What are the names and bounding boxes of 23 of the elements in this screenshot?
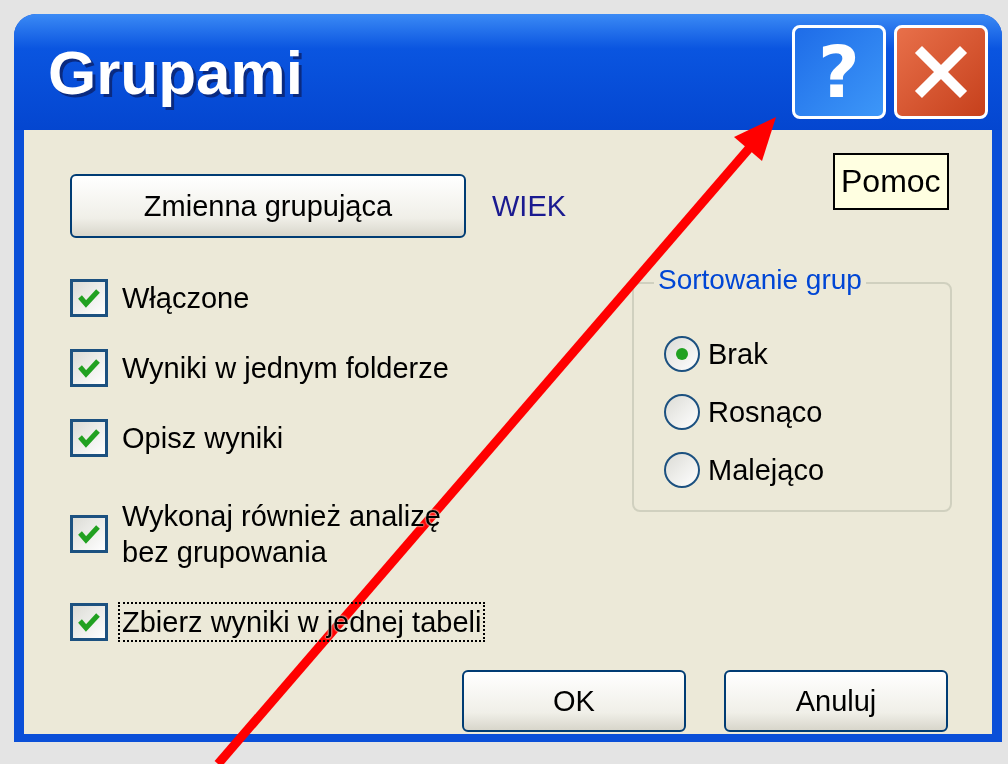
radio-button[interactable] <box>664 336 700 372</box>
close-icon <box>914 45 968 99</box>
checkbox[interactable] <box>70 603 108 641</box>
checkbox-label[interactable]: Wyniki w jednym folderze <box>118 348 453 388</box>
checkbox[interactable] <box>70 349 108 387</box>
window-title: Grupami <box>48 36 303 108</box>
checkbox[interactable] <box>70 419 108 457</box>
cancel-button[interactable]: Anuluj <box>724 670 948 732</box>
checkbox[interactable] <box>70 515 108 553</box>
tooltip: Pomoc <box>833 153 949 210</box>
checkbox[interactable] <box>70 279 108 317</box>
ok-button[interactable]: OK <box>462 670 686 732</box>
help-button[interactable]: ? <box>792 25 886 119</box>
radio-button[interactable] <box>664 394 700 430</box>
radio-label[interactable]: Brak <box>708 337 768 371</box>
radio-label[interactable]: Rosnąco <box>708 395 823 429</box>
radio-label[interactable]: Malejąco <box>708 453 825 487</box>
checkbox-label[interactable]: Opisz wyniki <box>118 418 288 458</box>
radio-button[interactable] <box>664 452 700 488</box>
grouping-variable-value: WIEK <box>492 189 567 223</box>
grouping-variable-button[interactable]: Zmienna grupująca <box>70 174 466 238</box>
checkbox-label[interactable]: Włączone <box>118 278 254 318</box>
close-button[interactable] <box>894 25 988 119</box>
